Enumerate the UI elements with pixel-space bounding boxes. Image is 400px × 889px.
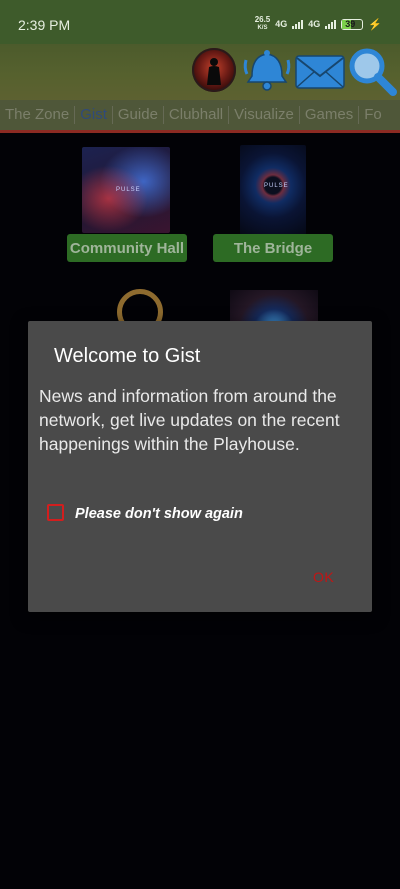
tab-more[interactable]: Fo bbox=[359, 106, 387, 124]
network-speed-value: 26.5 bbox=[254, 15, 271, 24]
tab-games[interactable]: Games bbox=[300, 106, 360, 124]
network-speed-unit: K/S bbox=[257, 25, 268, 31]
network-type-2: 4G bbox=[308, 19, 321, 29]
community-hall-image-text: PULSE bbox=[116, 187, 141, 193]
dialog-title: Welcome to Gist bbox=[54, 345, 201, 367]
network-type-1: 4G bbox=[275, 19, 288, 29]
tab-bar: The Zone Gist Guide Clubhall Visualize G… bbox=[0, 100, 400, 133]
community-hall-button[interactable]: Community Hall bbox=[67, 234, 187, 262]
search-icon[interactable] bbox=[346, 46, 398, 96]
signal-icon-2 bbox=[325, 19, 337, 29]
avatar[interactable] bbox=[192, 48, 236, 92]
dont-show-again-checkbox[interactable] bbox=[47, 504, 64, 521]
dialog-message: News and information from around the net… bbox=[39, 386, 340, 454]
tab-clubhall[interactable]: Clubhall bbox=[164, 106, 230, 124]
tab-visualize[interactable]: Visualize bbox=[229, 106, 300, 124]
status-bar: 2:39 PM 26.5 K/S 4G 4G 39 ⚡ bbox=[0, 0, 400, 44]
mail-icon[interactable] bbox=[294, 52, 346, 92]
battery-icon: 39 bbox=[341, 18, 364, 30]
the-bridge-image[interactable]: PULSE bbox=[240, 145, 306, 235]
ok-button[interactable]: OK bbox=[313, 569, 334, 585]
battery-level: 39 bbox=[345, 18, 356, 29]
status-time: 2:39 PM bbox=[18, 17, 71, 33]
dont-show-again-label[interactable]: Please don't show again bbox=[75, 506, 243, 522]
status-indicators: 26.5 K/S 4G 4G 39 ⚡ bbox=[255, 16, 382, 32]
tab-gist[interactable]: Gist bbox=[75, 106, 113, 124]
the-bridge-image-text: PULSE bbox=[264, 183, 289, 189]
charging-icon: ⚡ bbox=[368, 18, 382, 31]
bell-icon[interactable] bbox=[242, 46, 292, 94]
welcome-dialog: Welcome to Gist News and information fro… bbox=[28, 321, 372, 612]
network-speed: 26.5 K/S bbox=[255, 16, 271, 32]
community-hall-image[interactable]: PULSE bbox=[82, 147, 170, 233]
tab-guide[interactable]: Guide bbox=[113, 106, 164, 124]
tab-the-zone[interactable]: The Zone bbox=[0, 106, 76, 124]
the-bridge-button[interactable]: The Bridge bbox=[213, 234, 333, 262]
signal-icon bbox=[292, 19, 304, 29]
